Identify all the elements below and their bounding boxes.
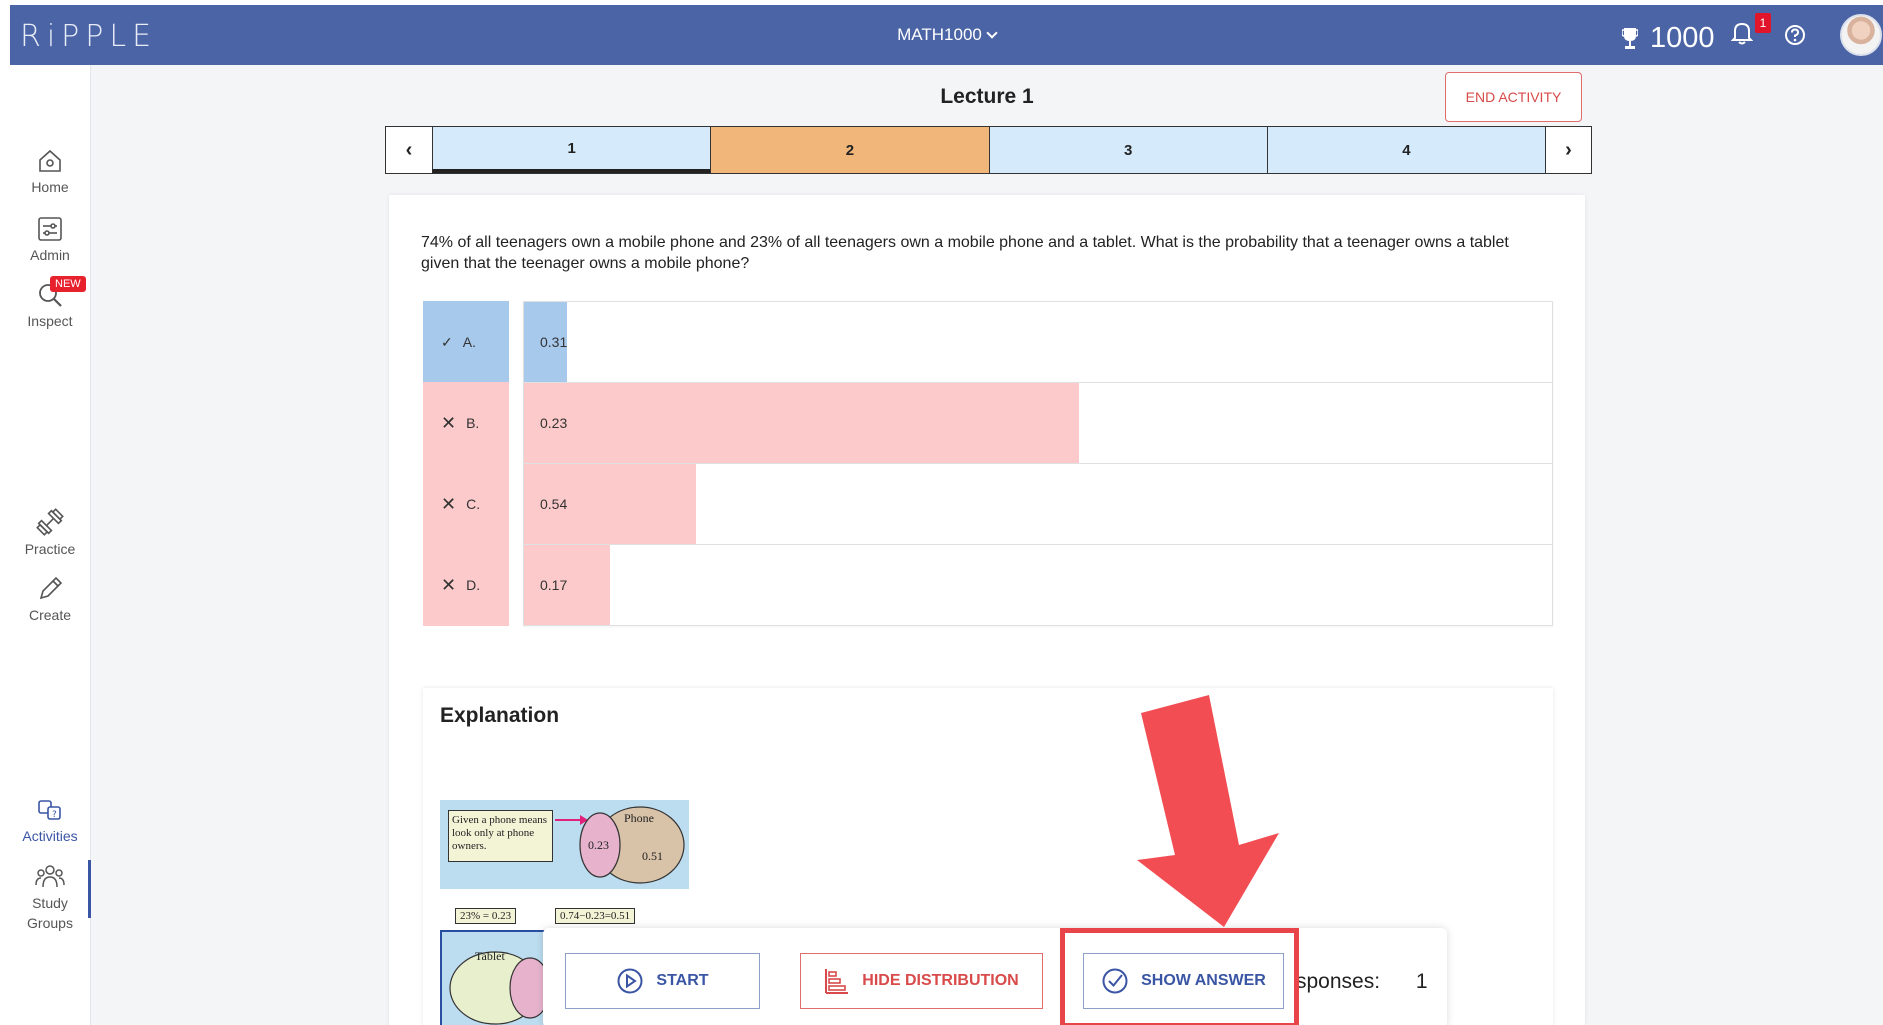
activity-controls: START HIDE DISTRIBUTION SHOW ANSWER spon… xyxy=(543,928,1447,1025)
notifications-button[interactable] xyxy=(1730,21,1754,50)
responses-value: 1 xyxy=(1415,970,1428,993)
explanation-title: Explanation xyxy=(440,704,560,727)
responses-count: sponses: 1 xyxy=(1296,970,1428,994)
admin-icon xyxy=(38,217,62,241)
option-label: ✓ A. xyxy=(423,301,509,383)
sidebar-item-label: Study Groups xyxy=(27,895,73,931)
home-icon xyxy=(39,149,61,172)
start-label: START xyxy=(656,972,709,989)
bar-chart-icon xyxy=(825,969,849,994)
option-distribution-bar: 0.31 xyxy=(523,301,1553,383)
notification-badge: 1 xyxy=(1755,13,1771,33)
option-value: 0.54 xyxy=(540,496,568,512)
next-question-button[interactable]: › xyxy=(1545,127,1591,173)
chevron-left-icon: ‹ xyxy=(405,138,413,161)
sidebar-item-activities[interactable]: ? Activities xyxy=(10,796,90,844)
sidebar-item-label: Create xyxy=(28,607,72,623)
avatar[interactable] xyxy=(1840,14,1882,56)
step-4[interactable]: 4 xyxy=(1266,127,1545,173)
figure-tag: 23% = 0.23 xyxy=(455,908,517,924)
sidebar-item-practice[interactable]: Practice xyxy=(10,507,90,557)
new-badge: NEW xyxy=(50,276,86,292)
option-value: 0.23 xyxy=(540,415,568,431)
step-1[interactable]: 1 xyxy=(432,127,711,173)
points-value: 1000 xyxy=(1650,22,1715,54)
annotation-arrow-icon xyxy=(1137,695,1279,927)
option-label: ✕ B. xyxy=(423,382,509,464)
sidebar-item-admin[interactable]: Admin xyxy=(10,215,90,263)
responses-label: sponses: xyxy=(1296,970,1381,993)
sidebar-item-label: Admin xyxy=(30,247,70,263)
dumbbell-icon xyxy=(36,508,64,536)
cross-icon: ✕ xyxy=(441,412,457,433)
sidebar-item-create[interactable]: Create xyxy=(10,573,90,623)
answer-option[interactable]: ✕ B. 0.23 xyxy=(423,382,1553,464)
step-2[interactable]: 2 xyxy=(710,127,989,173)
option-distribution-bar: 0.23 xyxy=(523,382,1553,464)
svg-text:0.23: 0.23 xyxy=(588,838,609,852)
explanation-figure-phone: Given a phone means look only at phone o… xyxy=(440,800,689,889)
option-distribution-fill xyxy=(524,383,1080,463)
highlight-box xyxy=(1060,928,1299,1025)
question-stepper: ‹ 1 2 3 4 › xyxy=(385,126,1592,174)
option-distribution-bar: 0.54 xyxy=(523,463,1553,545)
svg-text:?: ? xyxy=(52,810,57,820)
hide-distribution-button[interactable]: HIDE DISTRIBUTION xyxy=(800,953,1043,1009)
help-icon xyxy=(1785,25,1805,45)
svg-text:Phone: Phone xyxy=(624,811,654,825)
question-text: 74% of all teenagers own a mobile phone … xyxy=(421,234,1509,272)
chevron-right-icon: › xyxy=(1565,138,1572,161)
sidebar-item-home[interactable]: Home xyxy=(10,147,90,195)
play-icon xyxy=(617,968,643,994)
sidebar-item-label: Activities xyxy=(22,828,78,844)
step-3[interactable]: 3 xyxy=(988,127,1267,173)
answer-option[interactable]: ✓ A. 0.31 xyxy=(423,301,1553,383)
study-groups-icon xyxy=(35,865,65,888)
option-value: 0.31 xyxy=(540,334,568,350)
bell-icon xyxy=(1730,22,1754,45)
course-selector[interactable]: MATH1000 xyxy=(897,25,998,45)
main-area: Lecture 1 END ACTIVITY ‹ 1 2 3 4 › 74% o… xyxy=(91,65,1883,1025)
page-title: Lecture 1 xyxy=(940,85,1034,108)
activities-icon: ? xyxy=(38,800,61,820)
option-value: 0.17 xyxy=(540,577,568,593)
course-label: MATH1000 xyxy=(897,25,982,44)
sidebar-item-label: Inspect xyxy=(27,313,73,329)
pencil-icon xyxy=(39,576,63,600)
answer-option[interactable]: ✕ C. 0.54 xyxy=(423,463,1553,545)
option-letter: A. xyxy=(462,334,476,350)
end-activity-button[interactable]: END ACTIVITY xyxy=(1445,72,1582,122)
check-icon: ✓ xyxy=(441,333,453,350)
question-card: 74% of all teenagers own a mobile phone … xyxy=(389,195,1585,1025)
sidebar-item-study-groups[interactable]: Study Groups xyxy=(10,863,90,933)
sidebar-item-label: Practice xyxy=(24,541,76,557)
chevron-down-icon xyxy=(986,26,998,39)
help-button[interactable] xyxy=(1784,24,1806,51)
prev-question-button[interactable]: ‹ xyxy=(386,127,432,173)
option-label: ✕ C. xyxy=(423,463,509,545)
cross-icon: ✕ xyxy=(441,493,457,514)
points-display: 1000 xyxy=(1622,22,1715,55)
hide-distribution-label: HIDE DISTRIBUTION xyxy=(862,972,1019,989)
top-bar: RiPPLE MATH1000 1000 xyxy=(10,5,1883,65)
svg-text:0.51: 0.51 xyxy=(642,849,663,863)
answer-option[interactable]: ✕ D. 0.17 xyxy=(423,544,1553,626)
cross-icon: ✕ xyxy=(441,574,457,595)
figure-tag: 0.74−0.23=0.51 xyxy=(555,908,636,924)
start-button[interactable]: START xyxy=(565,953,760,1009)
option-letter: B. xyxy=(466,415,480,431)
sidebar-item-label: Home xyxy=(31,179,69,195)
sidebar-item-inspect[interactable]: NEW Inspect xyxy=(10,276,90,329)
svg-text:Tablet: Tablet xyxy=(475,949,505,963)
sidebar: Home Admin NEW Inspect Practice Create ?… xyxy=(10,65,91,1025)
venn-diagram-phone: Phone 0.23 0.51 xyxy=(555,806,685,884)
option-letter: C. xyxy=(466,496,481,512)
option-label: ✕ D. xyxy=(423,544,509,626)
trophy-icon xyxy=(1622,27,1638,49)
app-frame: RiPPLE MATH1000 1000 1 Home Admin NEW In… xyxy=(0,0,1883,1025)
option-letter: D. xyxy=(466,577,481,593)
option-distribution-bar: 0.17 xyxy=(523,544,1553,626)
